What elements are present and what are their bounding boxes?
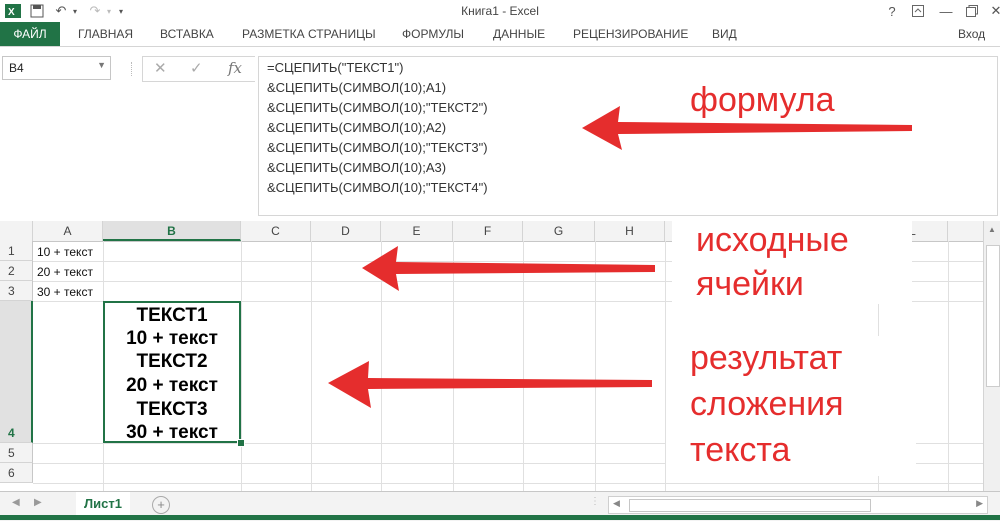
horizontal-scroll-thumb[interactable] [629, 499, 871, 512]
sheet-next-icon[interactable]: ▶ [34, 497, 42, 508]
arrow-to-result [328, 361, 652, 408]
arrow-to-formula [582, 106, 912, 150]
scroll-right-icon[interactable]: ▶ [976, 498, 983, 509]
horizontal-scrollbar[interactable]: ◀ ▶ [608, 496, 988, 514]
status-bar [0, 515, 1000, 520]
add-sheet-icon[interactable]: + [152, 496, 170, 514]
arrow-to-source-cells [362, 246, 655, 291]
sheet-prev-icon[interactable]: ◀ [12, 497, 20, 508]
annotation-arrows [328, 106, 912, 408]
tab-splitter-icon[interactable]: ⋮ [590, 496, 600, 512]
scroll-left-icon[interactable]: ◀ [613, 498, 620, 509]
